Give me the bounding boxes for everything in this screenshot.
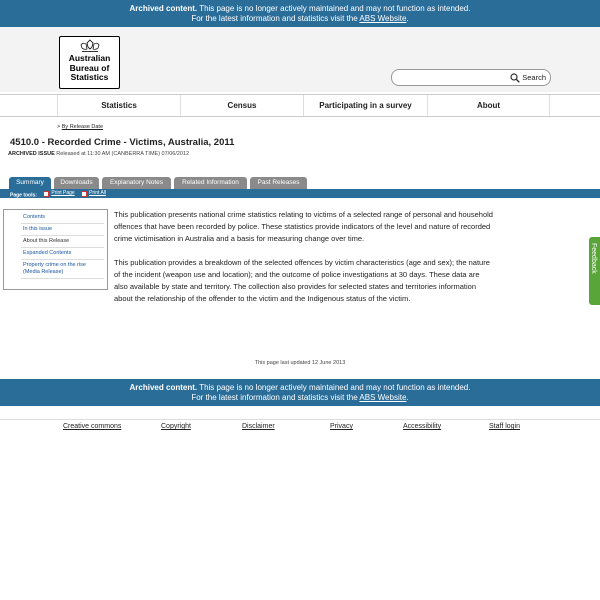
tab-past-releases[interactable]: Past Releases <box>250 177 307 189</box>
archived-label: Archived content. <box>129 4 198 13</box>
last-updated: This page last updated 12 June 2013 <box>254 360 346 366</box>
issue-line: ARCHIVED ISSUE Released at 11:30 AM (CAN… <box>8 151 189 157</box>
archived-label-bottom: Archived content. <box>129 383 198 392</box>
archived-issue-label: ARCHIVED ISSUE <box>8 151 55 157</box>
search-icon <box>510 73 521 83</box>
archived-line2-prefix: For the latest information and statistic… <box>191 13 358 23</box>
content-paragraph-1: This publication presents national crime… <box>114 210 493 243</box>
sidebar-item-expanded-contents[interactable]: Expanded Contents <box>21 248 104 260</box>
archived-line2-suffix: . <box>406 13 409 23</box>
contents-sidebar: Contents In this issue About this Releas… <box>3 209 108 290</box>
breadcrumb-separator: > <box>57 124 61 130</box>
footer-link-staff-login[interactable]: Staff login <box>489 423 520 430</box>
main-nav: Statistics Census Participating in a sur… <box>0 94 600 117</box>
sidebar-item-in-this-issue[interactable]: In this issue <box>21 224 104 236</box>
print-page-link[interactable]: Print Page <box>43 189 75 198</box>
tab-related-information[interactable]: Related Information <box>174 177 247 189</box>
logo-text-line1: Australian <box>68 53 111 63</box>
sidebar-item-media-release[interactable]: Property crime on the rise (Media Releas… <box>21 260 104 279</box>
logo-text-line2: Bureau of <box>69 62 110 73</box>
abs-logo[interactable]: Australian Bureau of Statistics <box>59 36 120 89</box>
footer-link-disclaimer[interactable]: Disclaimer <box>242 423 275 430</box>
logo-text-line3: Statistics <box>70 72 109 82</box>
tab-downloads[interactable]: Downloads <box>54 177 99 189</box>
nav-item-statistics[interactable]: Statistics <box>57 95 180 116</box>
site-header: Australian Bureau of Statistics Search <box>0 27 600 92</box>
print-page-label: Print Page <box>51 190 75 196</box>
print-all-label: Print All <box>89 190 107 196</box>
page-tools-bar: Page tools: Print Page Print All <box>0 189 600 199</box>
page-tools-label: Page tools: <box>10 192 37 199</box>
archived-notice-top: Archived content. This page is no longer… <box>0 0 600 27</box>
footer-links: Creative commons Copyright Disclaimer Pr… <box>0 419 600 431</box>
archived-notice-bottom: Archived content. This page is no longer… <box>0 379 600 406</box>
coat-of-arms-icon <box>80 39 99 52</box>
feedback-label: Feedback <box>590 243 597 274</box>
footer-link-privacy[interactable]: Privacy <box>330 423 353 430</box>
tab-summary[interactable]: Summary <box>9 177 51 189</box>
content-paragraph-2: This publication provides a breakdown of… <box>114 258 490 303</box>
archived-message-bottom: This page is no longer actively maintain… <box>199 383 471 392</box>
sidebar-item-contents[interactable]: Contents <box>21 212 104 224</box>
print-all-icon <box>81 190 88 197</box>
breadcrumb-link-release-date[interactable]: By Release Date <box>62 124 103 130</box>
print-all-link[interactable]: Print All <box>81 189 106 198</box>
archived-message: This page is no longer actively maintain… <box>199 4 471 13</box>
abs-website-link-bottom[interactable]: ABS Website <box>359 393 406 402</box>
tab-explanatory-notes[interactable]: Explanatory Notes <box>102 177 171 189</box>
footer-link-copyright[interactable]: Copyright <box>161 423 191 430</box>
release-time: Released at 11:30 AM (CANBERRA TIME) 07/… <box>56 151 190 157</box>
footer-link-creative-commons[interactable]: Creative commons <box>63 423 121 430</box>
search-button[interactable]: Search <box>510 72 546 84</box>
footer-link-accessibility[interactable]: Accessibility <box>403 423 441 430</box>
abs-website-link[interactable]: ABS Website <box>359 14 406 23</box>
breadcrumb: > By Release Date <box>57 124 103 130</box>
feedback-tab[interactable]: Feedback <box>589 237 600 305</box>
archived-line2-suffix-bottom: . <box>406 392 409 402</box>
print-icon <box>43 190 50 197</box>
search-button-label: Search <box>522 73 546 82</box>
sidebar-item-about-release[interactable]: About this Release <box>21 236 104 248</box>
archived-line2-prefix-bottom: For the latest information and statistic… <box>191 392 358 402</box>
page-title: 4510.0 - Recorded Crime - Victims, Austr… <box>10 137 235 148</box>
search-input[interactable]: Search <box>391 69 551 86</box>
nav-item-about[interactable]: About <box>427 95 550 116</box>
main-content: This publication presents national crime… <box>114 209 494 317</box>
nav-item-census[interactable]: Census <box>180 95 303 116</box>
nav-item-participating[interactable]: Participating in a survey <box>303 95 427 116</box>
